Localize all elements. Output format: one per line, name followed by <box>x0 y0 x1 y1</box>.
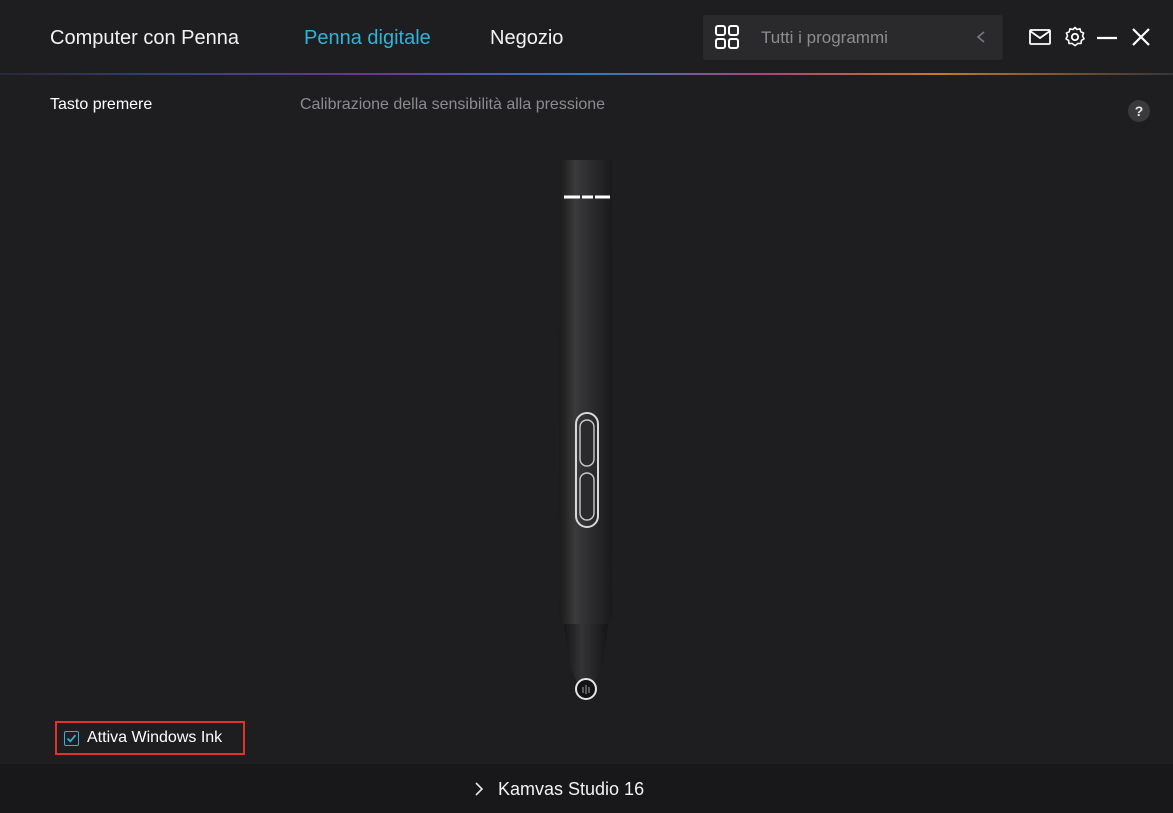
help-icon[interactable]: ? <box>1128 100 1150 122</box>
tab-penna-digitale[interactable]: Penna digitale <box>304 26 431 50</box>
tab-pressure-calibration[interactable]: Calibrazione della sensibilità alla pres… <box>300 96 605 114</box>
mail-icon[interactable] <box>1028 24 1054 50</box>
windows-ink-label: Attiva Windows Ink <box>87 729 223 746</box>
windows-ink-checkbox[interactable] <box>64 730 79 746</box>
device-footer[interactable]: Kamvas Studio 16 <box>0 764 1173 813</box>
close-icon[interactable] <box>1130 24 1152 50</box>
header-divider <box>0 73 1173 75</box>
programs-selector[interactable]: Tutti i programmi <box>703 15 1003 60</box>
grid-icon <box>715 25 739 49</box>
top-bar: Computer con Penna Penna digitale Negozi… <box>0 0 1173 74</box>
device-name: Kamvas Studio 16 <box>498 779 645 799</box>
tab-negozio[interactable]: Negozio <box>490 26 563 50</box>
gear-icon[interactable] <box>1063 24 1087 50</box>
minimize-icon[interactable] <box>1096 24 1118 50</box>
windows-ink-option[interactable]: Attiva Windows Ink <box>55 721 245 755</box>
chevron-right-icon <box>475 782 484 796</box>
programs-label: Tutti i programmi <box>761 28 888 47</box>
tab-tasto-premere[interactable]: Tasto premere <box>50 96 152 114</box>
tab-computer-con-penna[interactable]: Computer con Penna <box>50 26 239 50</box>
pen-illustration <box>559 160 613 700</box>
checkmark-icon <box>66 734 77 743</box>
chevron-left-icon[interactable] <box>973 25 989 49</box>
